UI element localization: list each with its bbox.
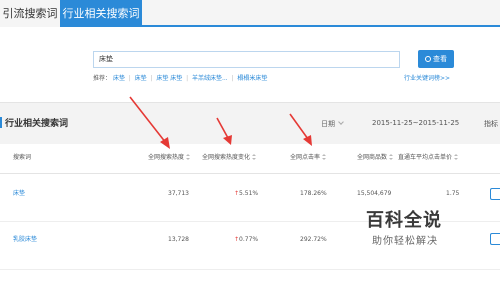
divider: | (229, 75, 236, 82)
row-product-count: 15,504,679 (357, 190, 392, 197)
sort-icon (389, 154, 394, 160)
row-action-button[interactable] (490, 188, 500, 200)
recommended-keywords: 推荐： 床垫 | 床垫 | 床垫 床垫 | 羊羔绒床垫... | 榻榻米床垫 (93, 74, 267, 84)
col-search-heat-label: 全网搜索热度 (148, 154, 185, 161)
tab-traffic-search-terms[interactable]: 引流搜索词 (0, 0, 60, 27)
section-title: 行业相关搜索词 (5, 119, 69, 129)
date-label: 日期 (321, 120, 335, 128)
date-dropdown[interactable]: 日期 (321, 119, 344, 129)
col-ctr-label: 全网点击率 (290, 154, 321, 161)
divider: | (126, 75, 133, 82)
chevron-down-icon (338, 119, 344, 125)
sort-icon (454, 154, 459, 160)
recommend-label: 推荐： (93, 75, 112, 82)
section-accent-bar (0, 117, 2, 128)
row-action-button[interactable] (490, 233, 500, 245)
row-heat-change-value: 0.77% (239, 236, 259, 243)
row-ctr: 178.26% (300, 190, 327, 197)
row-search-heat: 37,713 (168, 190, 189, 197)
row-ctr: 292.72% (300, 236, 327, 243)
view-button[interactable]: 查看 (418, 50, 454, 68)
watermark-subtitle: 助你轻松解决 (372, 236, 438, 247)
recommend-item[interactable]: 羊羔绒床垫... (192, 75, 228, 82)
col-heat-change-label: 全网搜索热度变化 (202, 154, 251, 161)
recommend-item[interactable]: 床垫 (113, 75, 125, 82)
sort-icon (322, 154, 327, 160)
row-heat-change: ↑5.51% (234, 189, 258, 199)
watermark-title: 百科全说 (366, 210, 442, 231)
col-heat-change[interactable]: 全网搜索热度变化 (202, 153, 257, 163)
col-avg-price-label: 直通车平均点击单价 (398, 154, 453, 161)
divider: | (184, 75, 191, 82)
row-keyword[interactable]: 床垫 (13, 189, 25, 199)
recommend-item[interactable]: 榻榻米床垫 (237, 75, 267, 82)
tab-industry-search-terms[interactable]: 行业相关搜索词 (60, 0, 142, 27)
col-keyword: 搜索词 (13, 154, 32, 161)
industry-keyword-link[interactable]: 行业关键词榜>> (404, 74, 450, 84)
indicator-button[interactable]: 指标 (484, 119, 498, 129)
keyword-search-input[interactable]: 床垫 (93, 51, 400, 68)
date-range: 2015-11-25~2015-11-25 (372, 119, 460, 127)
recommend-item[interactable]: 床垫 (135, 75, 147, 82)
col-search-heat[interactable]: 全网搜索热度 (148, 153, 191, 163)
col-avg-price[interactable]: 直通车平均点击单价 (398, 153, 459, 163)
tab-bar: 引流搜索词 行业相关搜索词 (0, 0, 500, 27)
row-search-heat: 13,728 (168, 236, 189, 243)
view-button-label: 查看 (433, 55, 447, 63)
row-heat-change: ↑0.77% (234, 235, 258, 245)
search-icon (425, 56, 431, 62)
col-product-count[interactable]: 全网商品数 (357, 153, 394, 163)
row-heat-change-value: 5.51% (239, 190, 259, 197)
row-keyword[interactable]: 乳胶床垫 (13, 235, 37, 245)
recommend-item[interactable]: 床垫 床垫 (156, 75, 182, 82)
row-avg-price: 1.75 (446, 190, 460, 197)
sort-icon (252, 154, 257, 160)
col-product-count-label: 全网商品数 (357, 154, 388, 161)
sort-icon (186, 154, 191, 160)
divider: | (148, 75, 155, 82)
col-ctr[interactable]: 全网点击率 (290, 153, 327, 163)
